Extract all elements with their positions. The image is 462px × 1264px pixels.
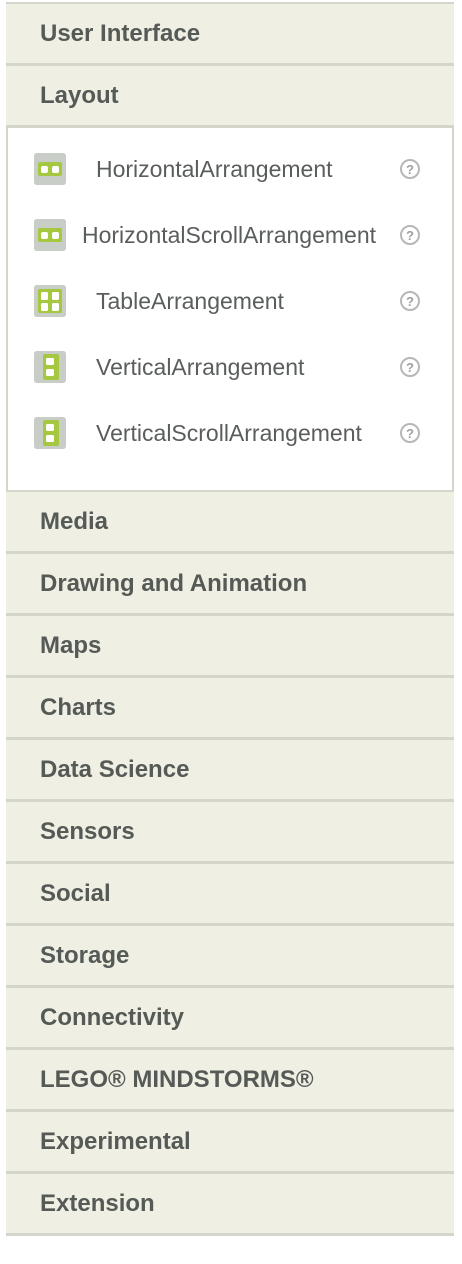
horizontal-scroll-arrangement-icon	[34, 219, 66, 251]
layout-component-list: HorizontalArrangement ? HorizontalScroll…	[6, 128, 454, 492]
category-maps[interactable]: Maps	[6, 616, 454, 678]
component-horizontal-scroll-arrangement[interactable]: HorizontalScrollArrangement ?	[8, 202, 452, 268]
component-horizontal-arrangement[interactable]: HorizontalArrangement ?	[8, 136, 452, 202]
horizontal-arrangement-icon	[34, 153, 66, 185]
component-label: HorizontalArrangement	[96, 155, 333, 182]
vertical-scroll-arrangement-icon	[34, 417, 66, 449]
component-label: TableArrangement	[96, 287, 284, 314]
category-media[interactable]: Media	[6, 492, 454, 554]
component-table-arrangement[interactable]: TableArrangement ?	[8, 268, 452, 334]
table-arrangement-icon	[34, 285, 66, 317]
component-label: HorizontalScrollArrangement	[82, 221, 377, 248]
category-layout[interactable]: Layout	[6, 66, 454, 128]
category-connectivity[interactable]: Connectivity	[6, 988, 454, 1050]
help-icon[interactable]: ?	[400, 159, 420, 179]
component-vertical-scroll-arrangement[interactable]: VerticalScrollArrangement ?	[8, 400, 452, 466]
category-experimental[interactable]: Experimental	[6, 1112, 454, 1174]
component-label: VerticalScrollArrangement	[96, 419, 362, 446]
help-icon[interactable]: ?	[400, 357, 420, 377]
component-palette: User Interface Layout HorizontalArrangem…	[6, 2, 454, 1236]
category-user-interface[interactable]: User Interface	[6, 2, 454, 66]
component-label: VerticalArrangement	[96, 353, 305, 380]
category-sensors[interactable]: Sensors	[6, 802, 454, 864]
category-lego-mindstorms[interactable]: LEGO® MINDSTORMS®	[6, 1050, 454, 1112]
category-storage[interactable]: Storage	[6, 926, 454, 988]
category-charts[interactable]: Charts	[6, 678, 454, 740]
category-drawing-and-animation[interactable]: Drawing and Animation	[6, 554, 454, 616]
help-icon[interactable]: ?	[400, 291, 420, 311]
category-data-science[interactable]: Data Science	[6, 740, 454, 802]
category-extension[interactable]: Extension	[6, 1174, 454, 1236]
category-social[interactable]: Social	[6, 864, 454, 926]
vertical-arrangement-icon	[34, 351, 66, 383]
component-vertical-arrangement[interactable]: VerticalArrangement ?	[8, 334, 452, 400]
help-icon[interactable]: ?	[400, 225, 420, 245]
help-icon[interactable]: ?	[400, 423, 420, 443]
